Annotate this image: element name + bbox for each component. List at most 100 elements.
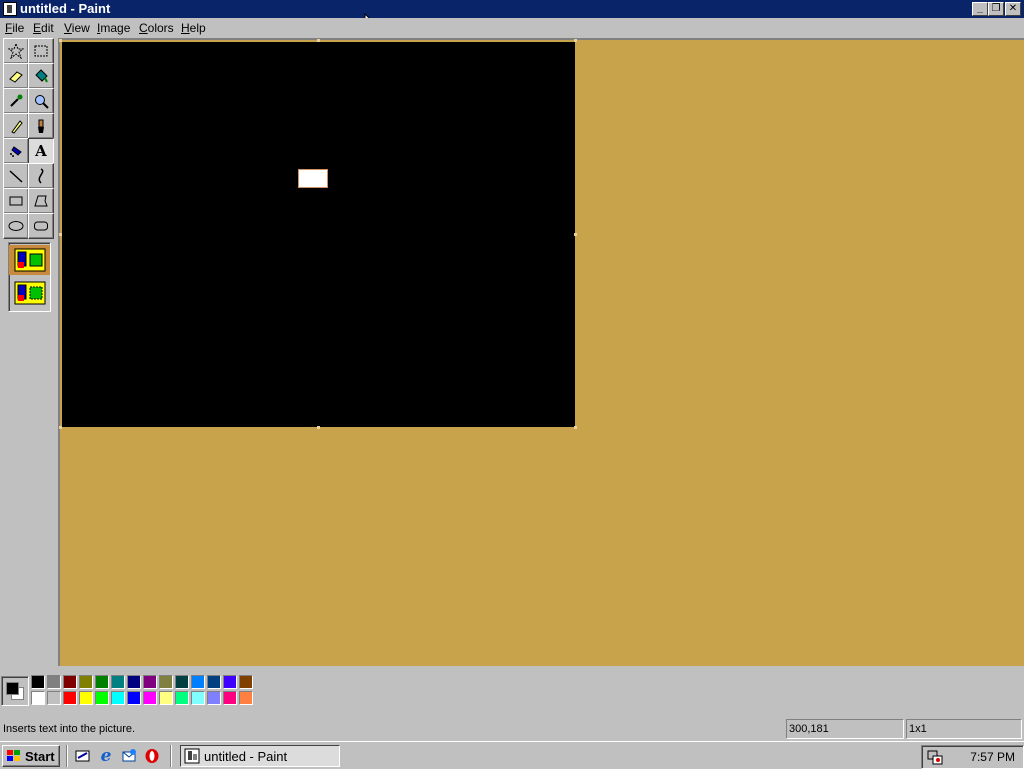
airbrush-tool[interactable] bbox=[3, 138, 29, 164]
palette-color-swatch[interactable] bbox=[95, 691, 109, 705]
resize-handle[interactable] bbox=[574, 233, 577, 236]
palette-color-swatch[interactable] bbox=[175, 691, 189, 705]
palette-color-swatch[interactable] bbox=[191, 691, 205, 705]
palette-color-swatch[interactable] bbox=[127, 691, 141, 705]
resize-handle bbox=[59, 426, 62, 429]
taskbar: Start e untitled - Paint 7:57 PM bbox=[0, 741, 1024, 769]
palette-color-swatch[interactable] bbox=[47, 675, 61, 689]
rect-select-icon bbox=[34, 45, 48, 57]
status-message: Inserts text into the picture. bbox=[0, 719, 786, 739]
palette-color-swatch[interactable] bbox=[111, 691, 125, 705]
palette-color-swatch[interactable] bbox=[127, 675, 141, 689]
menu-file[interactable]: File bbox=[5, 21, 24, 35]
drawing-canvas[interactable] bbox=[59, 39, 577, 429]
network-icon[interactable] bbox=[927, 749, 943, 765]
cursor-coordinates: 300,181 bbox=[786, 719, 904, 739]
window-title: untitled - Paint bbox=[20, 1, 111, 16]
clock[interactable]: 7:57 PM bbox=[970, 750, 1015, 764]
palette-color-swatch[interactable] bbox=[63, 691, 77, 705]
transparent-background-option[interactable] bbox=[9, 278, 50, 308]
free-form-select-tool[interactable] bbox=[3, 38, 29, 64]
palette-color-swatch[interactable] bbox=[159, 691, 173, 705]
opaque-background-icon bbox=[14, 248, 45, 272]
palette-color-swatch[interactable] bbox=[239, 691, 253, 705]
palette-color-swatch[interactable] bbox=[207, 691, 221, 705]
taskbar-button-paint[interactable]: untitled - Paint bbox=[180, 745, 340, 767]
start-label: Start bbox=[25, 748, 55, 764]
outlook-express-icon[interactable] bbox=[120, 747, 138, 765]
taskbar-separator bbox=[66, 745, 68, 767]
resize-handle bbox=[574, 39, 577, 42]
star-select-icon bbox=[8, 43, 24, 59]
polygon-tool[interactable] bbox=[28, 188, 54, 214]
fill-tool[interactable] bbox=[28, 63, 54, 89]
resize-handle bbox=[59, 233, 62, 236]
magnifier-icon bbox=[35, 95, 49, 109]
palette-color-swatch[interactable] bbox=[159, 675, 173, 689]
palette-color-swatch[interactable] bbox=[47, 691, 61, 705]
text-tool[interactable]: A bbox=[28, 138, 54, 164]
palette-color-swatch[interactable] bbox=[31, 675, 45, 689]
palette-color-swatch[interactable] bbox=[207, 675, 221, 689]
magnifier-tool[interactable] bbox=[28, 88, 54, 114]
palette-color-swatch[interactable] bbox=[223, 691, 237, 705]
transparent-background-icon bbox=[14, 281, 45, 305]
palette-color-swatch[interactable] bbox=[175, 675, 189, 689]
menu-edit[interactable]: Edit bbox=[33, 21, 54, 35]
palette-color-swatch[interactable] bbox=[63, 675, 77, 689]
minimize-button[interactable]: _ bbox=[972, 2, 988, 16]
pick-color-tool[interactable] bbox=[3, 88, 29, 114]
windows-logo-icon bbox=[7, 750, 20, 761]
tool-box: A bbox=[0, 38, 58, 666]
palette-color-swatch[interactable] bbox=[79, 691, 93, 705]
start-button[interactable]: Start bbox=[2, 745, 60, 767]
status-bar: Inserts text into the picture. 300,181 1… bbox=[0, 718, 1024, 740]
line-icon bbox=[9, 170, 23, 183]
menu-view[interactable]: View bbox=[64, 21, 90, 35]
resize-handle[interactable] bbox=[317, 426, 320, 429]
paint-app-icon[interactable] bbox=[3, 2, 17, 16]
palette-color-swatch[interactable] bbox=[223, 675, 237, 689]
line-tool[interactable] bbox=[3, 163, 29, 189]
eyedropper-icon bbox=[10, 94, 23, 107]
curve-tool[interactable] bbox=[28, 163, 54, 189]
resize-handle[interactable] bbox=[574, 426, 577, 429]
palette-color-swatch[interactable] bbox=[79, 675, 93, 689]
opera-icon[interactable] bbox=[143, 747, 161, 765]
palette-color-swatch[interactable] bbox=[111, 675, 125, 689]
show-desktop-icon[interactable] bbox=[74, 747, 92, 765]
restore-button[interactable]: ❐ bbox=[988, 2, 1004, 16]
palette-color-swatch[interactable] bbox=[191, 675, 205, 689]
current-colors[interactable] bbox=[1, 676, 29, 706]
pencil-icon bbox=[11, 120, 23, 134]
palette-color-swatch[interactable] bbox=[95, 675, 109, 689]
palette-color-swatch[interactable] bbox=[31, 691, 45, 705]
title-bar[interactable]: untitled - Paint _ ❐ ✕ bbox=[0, 0, 1024, 18]
close-button[interactable]: ✕ bbox=[1005, 2, 1021, 16]
rounded-rect-icon bbox=[34, 221, 48, 231]
select-tool[interactable] bbox=[28, 38, 54, 64]
eraser-tool[interactable] bbox=[3, 63, 29, 89]
curve-icon bbox=[38, 168, 44, 184]
rounded-rectangle-tool[interactable] bbox=[28, 213, 54, 239]
palette-color-swatch[interactable] bbox=[239, 675, 253, 689]
internet-explorer-icon[interactable]: e bbox=[97, 746, 115, 766]
polygon-icon bbox=[34, 195, 48, 207]
palette-grid bbox=[31, 675, 255, 707]
brush-tool[interactable] bbox=[28, 113, 54, 139]
palette-color-swatch[interactable] bbox=[143, 675, 157, 689]
rectangle-tool[interactable] bbox=[3, 188, 29, 214]
pencil-tool[interactable] bbox=[3, 113, 29, 139]
menu-help[interactable]: Help bbox=[181, 21, 206, 35]
foreground-color-swatch bbox=[6, 682, 19, 695]
opaque-background-option[interactable] bbox=[9, 245, 50, 275]
airbrush-icon bbox=[10, 146, 22, 157]
resize-handle bbox=[59, 39, 62, 42]
palette-color-swatch[interactable] bbox=[143, 691, 157, 705]
menu-bar: File Edit View Image Colors Help bbox=[0, 18, 1024, 38]
ellipse-tool[interactable] bbox=[3, 213, 29, 239]
text-input-box[interactable] bbox=[298, 169, 328, 188]
menu-colors[interactable]: Colors bbox=[139, 21, 174, 35]
menu-image[interactable]: Image bbox=[97, 21, 130, 35]
eraser-icon bbox=[9, 71, 23, 83]
